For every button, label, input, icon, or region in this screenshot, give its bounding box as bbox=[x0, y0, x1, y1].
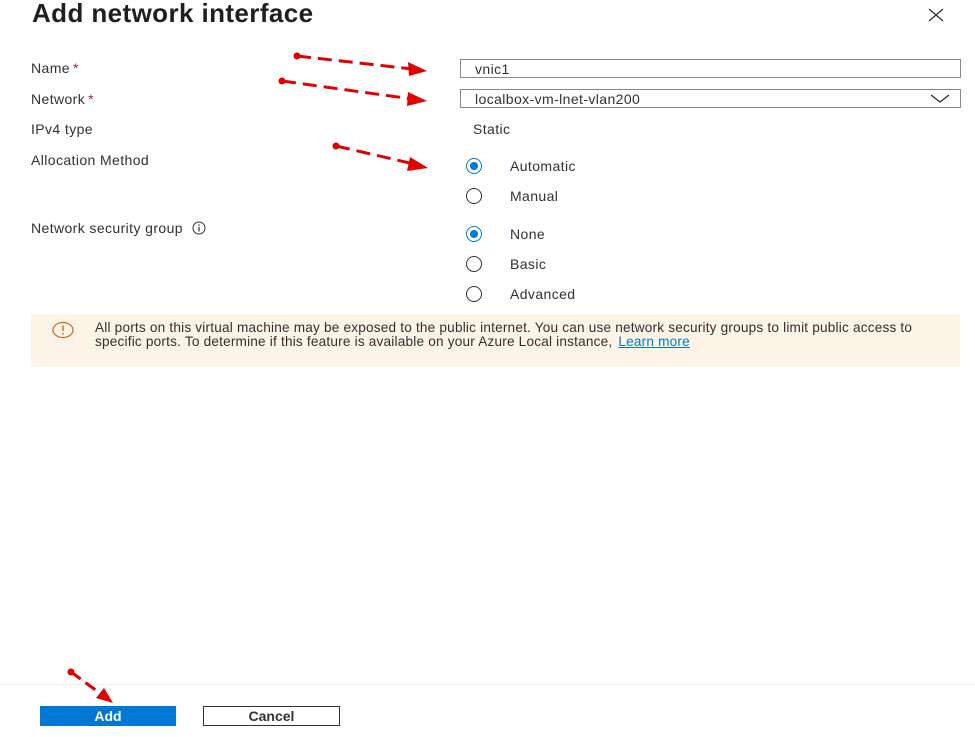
radio-button[interactable] bbox=[466, 256, 482, 272]
allocation-method-label: Allocation Method bbox=[31, 152, 150, 168]
warning-message: All ports on this virtual machine may be… bbox=[95, 321, 955, 348]
warning-icon bbox=[52, 322, 74, 339]
radio-button[interactable] bbox=[466, 286, 482, 302]
network-selected-value: localbox-vm-lnet-vlan200 bbox=[475, 91, 641, 107]
radio-label-none: None bbox=[510, 226, 546, 242]
required-marker: * bbox=[88, 91, 95, 107]
annotation-arrow-allocation bbox=[332, 142, 428, 171]
radio-none[interactable]: None bbox=[466, 224, 545, 244]
annotation-arrow-network bbox=[278, 77, 427, 106]
ipv4-type-value: Static bbox=[473, 121, 511, 137]
network-label-text: Network bbox=[31, 91, 86, 107]
annotation-arrows bbox=[67, 52, 428, 703]
radio-button-checked[interactable] bbox=[466, 158, 482, 174]
chevron-down-icon bbox=[930, 94, 950, 103]
radio-label-advanced: Advanced bbox=[510, 286, 576, 302]
radio-label-basic: Basic bbox=[510, 256, 547, 272]
radio-basic[interactable]: Basic bbox=[466, 254, 546, 274]
annotation-arrow-name bbox=[293, 52, 427, 76]
warning-banner: All ports on this virtual machine may be… bbox=[31, 314, 960, 367]
warning-text: All ports on this virtual machine may be… bbox=[95, 320, 913, 349]
annotation-arrow-add bbox=[67, 668, 113, 703]
info-icon[interactable] bbox=[192, 221, 206, 235]
footer-divider bbox=[0, 684, 975, 685]
radio-manual[interactable]: Manual bbox=[466, 186, 558, 206]
radio-label-manual: Manual bbox=[510, 188, 559, 204]
radio-button[interactable] bbox=[466, 188, 482, 204]
radio-button-checked[interactable] bbox=[466, 226, 482, 242]
name-input[interactable] bbox=[461, 60, 960, 77]
dialog-title: Add network interface bbox=[32, 0, 314, 28]
close-button[interactable] bbox=[924, 5, 948, 25]
radio-automatic[interactable]: Automatic bbox=[466, 156, 576, 176]
radio-advanced[interactable]: Advanced bbox=[466, 284, 575, 304]
name-label-text: Name bbox=[31, 60, 70, 76]
network-select[interactable]: localbox-vm-lnet-vlan200 bbox=[460, 89, 961, 108]
name-field[interactable] bbox=[460, 59, 961, 78]
network-label: Network * bbox=[31, 91, 94, 107]
required-marker: * bbox=[72, 60, 79, 76]
cancel-button[interactable]: Cancel bbox=[203, 706, 340, 726]
ipv4-type-label: IPv4 type bbox=[31, 121, 93, 137]
add-button[interactable]: Add bbox=[40, 706, 176, 726]
network-security-group-label: Network security group bbox=[31, 220, 206, 236]
name-label: Name * bbox=[31, 60, 79, 76]
radio-label-automatic: Automatic bbox=[510, 158, 576, 174]
close-icon bbox=[928, 8, 944, 22]
network-security-group-label-text: Network security group bbox=[31, 220, 183, 236]
learn-more-link[interactable]: Learn more bbox=[618, 334, 690, 349]
